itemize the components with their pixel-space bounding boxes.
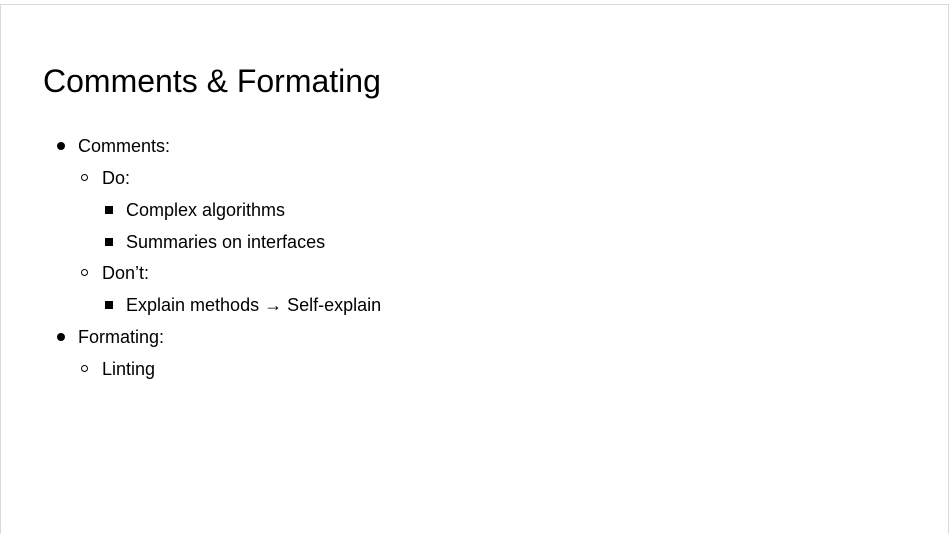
bullet-item: Explain methods → Self-explain [126, 295, 382, 315]
bullet-circle-icon [81, 365, 88, 372]
bullet-item: Don’t: [102, 263, 150, 283]
bullet-disc-icon [57, 333, 65, 341]
bullet-item: Do: [102, 168, 131, 188]
bullet-square-icon [105, 301, 113, 309]
bullet-item: Complex algorithms [126, 200, 286, 220]
bullet-item: Linting [102, 359, 156, 379]
slide: Comments & Formating Comments: Do: Compl… [0, 4, 949, 534]
slide-title: Comments & Formating [43, 63, 381, 99]
bullet-item: Comments: [78, 136, 171, 156]
bullet-circle-icon [81, 174, 88, 181]
bullet-item: Formating: [78, 327, 165, 347]
bullet-item: Summaries on interfaces [126, 232, 326, 252]
bullet-square-icon [105, 238, 113, 246]
bullet-square-icon [105, 206, 113, 214]
bullet-circle-icon [81, 269, 88, 276]
bullet-disc-icon [57, 142, 65, 150]
